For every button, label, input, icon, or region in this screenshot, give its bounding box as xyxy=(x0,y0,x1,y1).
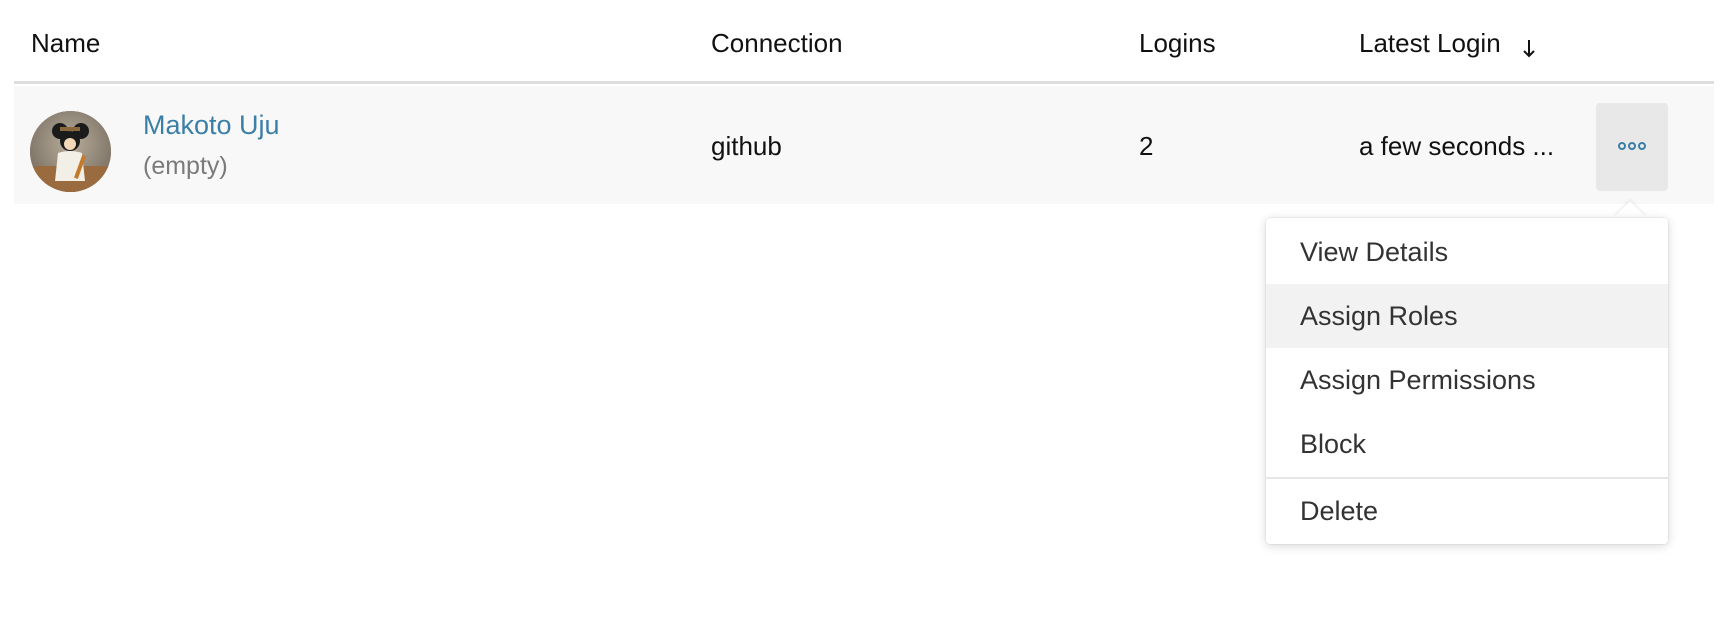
row-actions-menu: View Details Assign Roles Assign Permiss… xyxy=(1266,218,1668,544)
user-name-link[interactable]: Makoto Uju xyxy=(143,110,280,141)
menu-item-delete[interactable]: Delete xyxy=(1266,479,1668,543)
menu-item-assign-roles[interactable]: Assign Roles xyxy=(1266,284,1668,348)
user-email: (empty) xyxy=(143,152,228,180)
table-row[interactable]: Makoto Uju (empty) github 2 a few second… xyxy=(14,86,1714,204)
cell-logins: 2 xyxy=(1139,131,1154,161)
row-actions-button[interactable] xyxy=(1596,103,1668,191)
column-header-latest-login[interactable]: Latest Login xyxy=(1359,28,1537,59)
user-avatar[interactable] xyxy=(30,111,111,192)
column-header-connection[interactable]: Connection xyxy=(711,28,843,59)
menu-item-block[interactable]: Block xyxy=(1266,412,1668,476)
column-header-latest-login-label: Latest Login xyxy=(1359,28,1501,58)
cell-latest-login: a few seconds ... xyxy=(1359,131,1555,161)
users-table-view: Name Connection Logins Latest Login Mako… xyxy=(0,0,1736,620)
menu-item-assign-permissions[interactable]: Assign Permissions xyxy=(1266,348,1668,412)
column-header-name[interactable]: Name xyxy=(31,28,100,59)
table-header: Name Connection Logins Latest Login xyxy=(14,0,1714,84)
menu-item-view-details[interactable]: View Details xyxy=(1266,220,1668,284)
more-horizontal-icon xyxy=(1617,138,1647,156)
cell-connection: github xyxy=(711,131,782,161)
column-header-logins[interactable]: Logins xyxy=(1139,28,1216,59)
arrow-down-icon xyxy=(1521,35,1537,57)
